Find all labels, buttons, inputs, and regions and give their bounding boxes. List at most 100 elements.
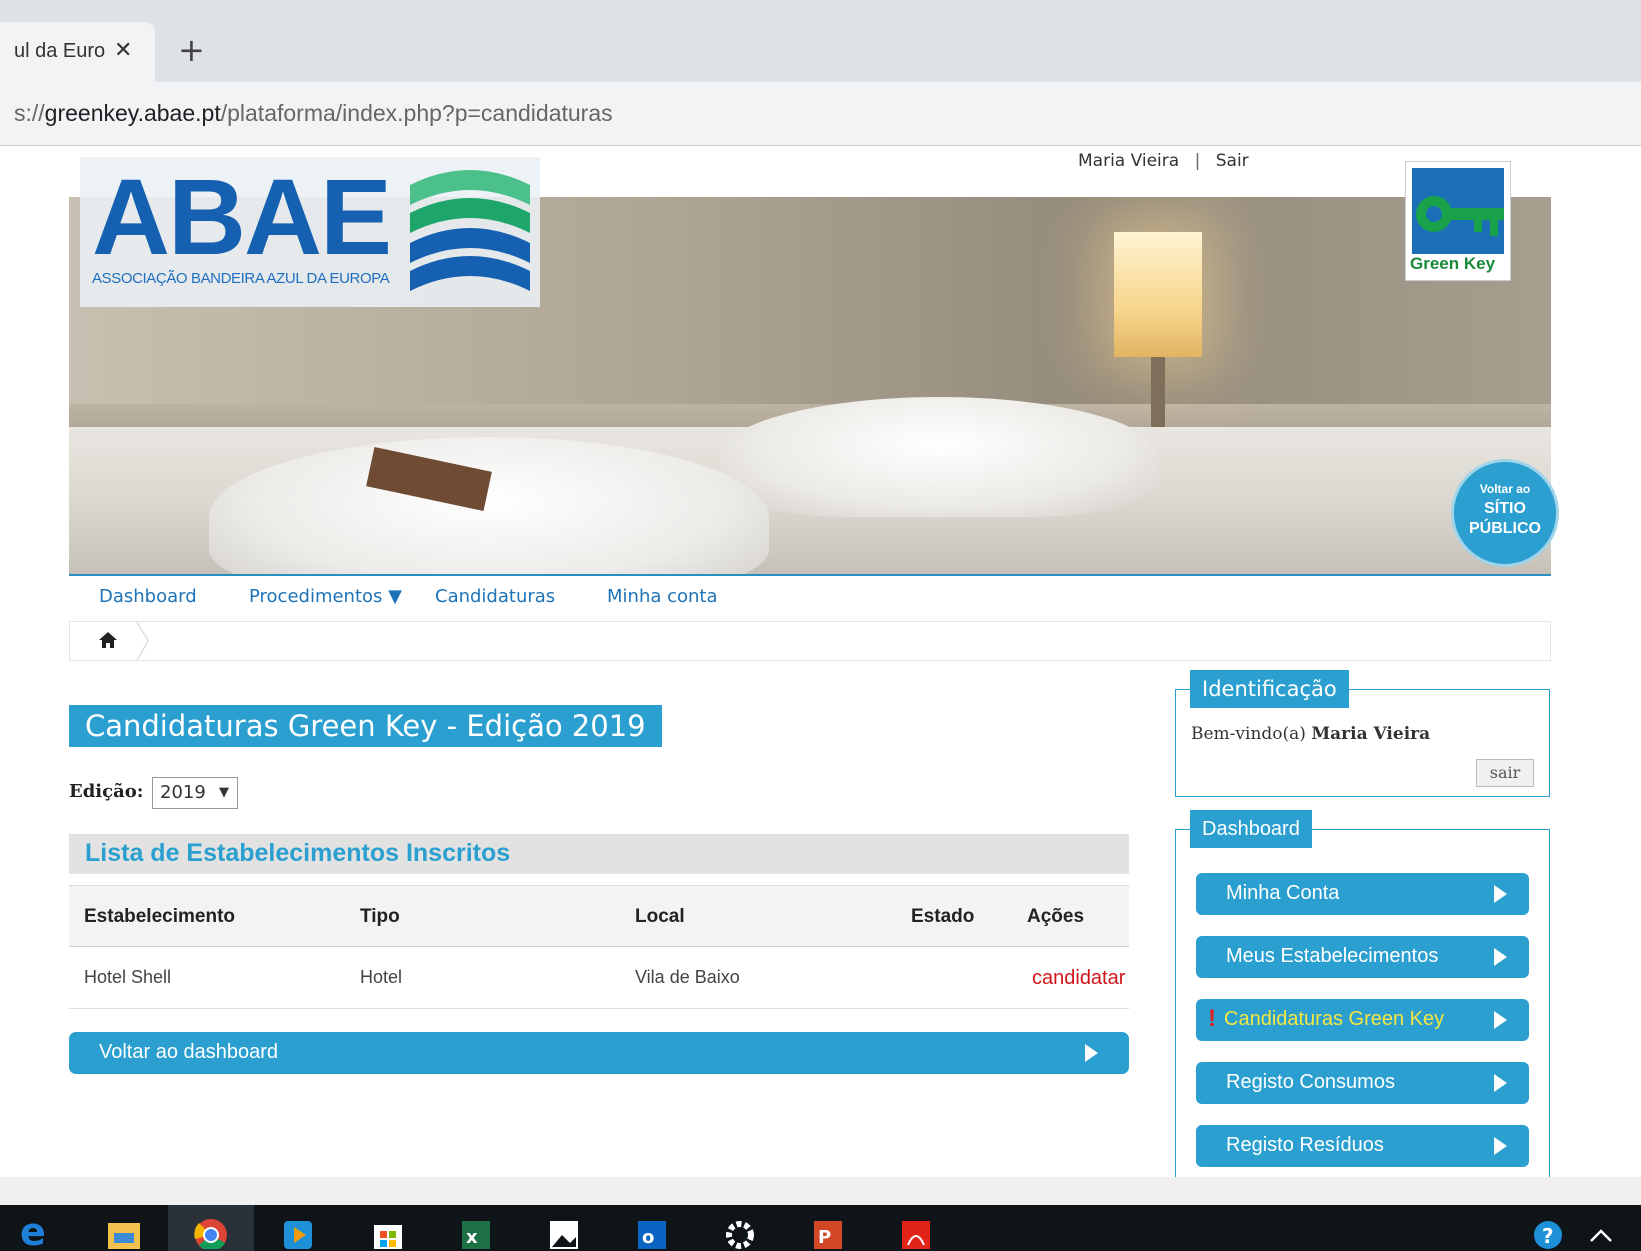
new-tab-icon[interactable]: + — [178, 34, 205, 66]
column-header: Tipo — [360, 906, 400, 927]
edge-icon[interactable]: e — [18, 1213, 54, 1249]
voltar-line3: PÚBLICO — [1469, 520, 1541, 537]
dash-button-label: Meus Estabelecimentos — [1226, 945, 1439, 967]
dash-button-label: Candidaturas Green Key — [1224, 1008, 1445, 1030]
dash-meus-estabelecimentos-button[interactable]: Meus Estabelecimentos — [1196, 936, 1529, 978]
svg-text:x: x — [466, 1227, 478, 1248]
edicao-label: Edição: — [69, 781, 144, 802]
excel-icon[interactable]: x — [458, 1213, 494, 1249]
voltar-line2: SÍTIO — [1484, 500, 1526, 517]
chevron-up-icon[interactable] — [1583, 1213, 1619, 1249]
url-host: greenkey.abae.pt — [44, 100, 221, 126]
table-header: Estabelecimento Tipo Local Estado Ações — [69, 885, 1129, 947]
help-icon[interactable]: ? — [1530, 1213, 1566, 1249]
user-name-link[interactable]: Maria Vieira — [1078, 151, 1179, 171]
home-icon[interactable] — [98, 630, 118, 650]
close-tab-icon[interactable]: ✕ — [114, 38, 132, 63]
svg-text:P: P — [818, 1227, 831, 1248]
breadcrumb-separator-icon — [136, 621, 150, 661]
voltar-dashboard-button[interactable]: Voltar ao dashboard — [69, 1032, 1129, 1074]
file-explorer-icon[interactable] — [106, 1213, 142, 1249]
dash-button-label: Minha Conta — [1226, 882, 1340, 904]
play-arrow-icon — [1085, 1044, 1098, 1062]
nav-dashboard[interactable]: Dashboard — [99, 586, 197, 607]
play-arrow-icon — [1494, 1137, 1507, 1155]
play-arrow-icon — [1494, 885, 1507, 903]
url-prefix: s:// — [14, 100, 45, 126]
settings-gear-icon[interactable] — [722, 1213, 758, 1249]
main-nav: Dashboard Procedimentos ▼ Candidaturas M… — [69, 574, 1551, 619]
abae-logo[interactable]: ABAE ASSOCIAÇÃO BANDEIRA AZUL DA EUROPA — [80, 157, 540, 307]
browser-tab[interactable]: ul da Euro ✕ — [0, 22, 155, 82]
play-arrow-icon — [1494, 948, 1507, 966]
list-title: Lista de Estabelecimentos Inscritos — [85, 839, 511, 867]
dash-button-label: Registo Consumos — [1226, 1071, 1395, 1093]
banner-lamp — [1114, 232, 1202, 357]
acrobat-icon[interactable] — [898, 1213, 934, 1249]
dash-button-label: Registo Resíduos — [1226, 1134, 1384, 1156]
green-key-logo-badge — [1412, 168, 1504, 254]
tab-title: ul da Euro — [14, 40, 106, 62]
cell-estabelecimento: Hotel Shell — [84, 967, 172, 987]
welcome-name: Maria Vieira — [1311, 724, 1431, 744]
waves-icon — [410, 170, 530, 291]
svg-text:?: ? — [1542, 1224, 1554, 1248]
play-arrow-icon — [1494, 1011, 1507, 1029]
web-page: Maria Vieira | Sair ABAE ASSOCIAÇÃO BAND… — [0, 147, 1641, 1177]
edicao-select[interactable]: 2019 ▼ — [152, 777, 238, 809]
sair-button[interactable]: sair — [1476, 759, 1534, 787]
dash-registo-consumos-button[interactable]: Registo Consumos — [1196, 1062, 1529, 1104]
page-title: Candidaturas Green Key - Edição 2019 — [69, 705, 662, 747]
logout-link[interactable]: Sair — [1216, 151, 1249, 171]
welcome-text: Bem-vindo(a) Maria Vieira — [1191, 724, 1430, 744]
windows-taskbar: e x o P ? — [0, 1205, 1641, 1251]
cell-local: Vila de Baixo — [635, 967, 740, 987]
table-row: Hotel Shell Hotel Vila de Baixo candidat… — [69, 947, 1129, 1009]
breadcrumb — [69, 621, 1551, 661]
outlook-icon[interactable]: o — [634, 1213, 670, 1249]
list-header: Lista de Estabelecimentos Inscritos — [69, 834, 1129, 874]
voltar-sitio-publico-button[interactable]: Voltar ao SÍTIO PÚBLICO — [1451, 459, 1559, 567]
green-key-label: Green Key — [1410, 254, 1496, 273]
abae-logo-text: ABAE — [92, 156, 392, 277]
user-bar-separator: | — [1194, 151, 1201, 171]
powerpoint-icon[interactable]: P — [810, 1213, 846, 1249]
edicao-select-value: 2019 — [160, 782, 206, 803]
user-bar: Maria Vieira | Sair — [1078, 151, 1249, 171]
chevron-down-icon: ▼ — [219, 785, 229, 800]
column-header: Local — [635, 906, 685, 927]
browser-tab-bar: ul da Euro ✕ + — [0, 0, 1641, 82]
green-key-logo[interactable]: Green Key — [1405, 161, 1511, 281]
dash-registo-residuos-button[interactable]: Registo Resíduos — [1196, 1125, 1529, 1167]
column-header: Estado — [911, 906, 975, 927]
column-header: Estabelecimento — [84, 906, 235, 927]
chrome-icon[interactable] — [193, 1213, 229, 1249]
welcome-prefix: Bem-vindo(a) — [1191, 724, 1306, 744]
dash-candidaturas-button[interactable]: ! Candidaturas Green Key — [1196, 999, 1529, 1041]
photos-icon[interactable] — [546, 1213, 582, 1249]
voltar-dashboard-label: Voltar ao dashboard — [99, 1041, 279, 1063]
key-icon — [1412, 168, 1504, 254]
svg-text:o: o — [642, 1227, 654, 1248]
dashboard-title: Dashboard — [1190, 810, 1312, 848]
store-icon[interactable] — [370, 1213, 406, 1249]
media-player-icon[interactable] — [280, 1213, 316, 1249]
column-header: Ações — [1027, 906, 1085, 927]
svg-text:e: e — [20, 1213, 46, 1249]
dash-minha-conta-button[interactable]: Minha Conta — [1196, 873, 1529, 915]
nav-minha-conta[interactable]: Minha conta — [607, 586, 718, 607]
address-bar[interactable]: s://greenkey.abae.pt/plataforma/index.ph… — [0, 82, 1641, 146]
play-arrow-icon — [1494, 1074, 1507, 1092]
identificacao-title: Identificação — [1190, 670, 1349, 708]
voltar-line1: Voltar ao — [1479, 482, 1531, 496]
cell-tipo: Hotel — [360, 967, 403, 987]
nav-candidaturas[interactable]: Candidaturas — [435, 586, 555, 607]
nav-procedimentos[interactable]: Procedimentos ▼ — [249, 586, 402, 607]
abae-logo-subtitle: ASSOCIAÇÃO BANDEIRA AZUL DA EUROPA — [92, 270, 390, 287]
banner-pillow — [719, 397, 1159, 517]
page-bottom-gap — [0, 1177, 1641, 1205]
alert-icon: ! — [1208, 1005, 1216, 1032]
url-text[interactable]: s://greenkey.abae.pt/plataforma/index.ph… — [14, 100, 613, 127]
url-path: /plataforma/index.php?p=candidaturas — [220, 100, 613, 126]
candidatar-link[interactable]: candidatar — [1032, 967, 1125, 990]
